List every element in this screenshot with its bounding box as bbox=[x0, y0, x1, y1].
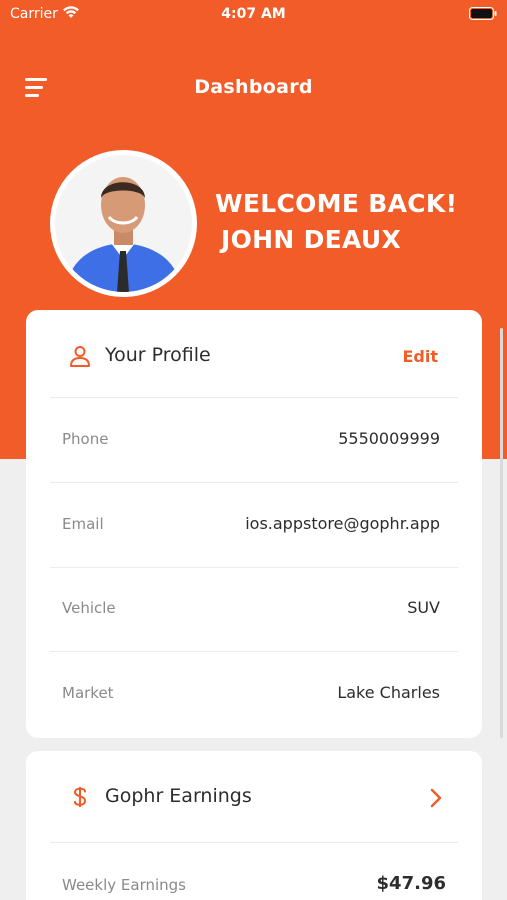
earnings-card-title: Gophr Earnings bbox=[105, 785, 252, 807]
profile-card: Your Profile Edit Phone 5550009999 Email… bbox=[26, 310, 482, 738]
welcome-message: WELCOME BACK! JOHN DEAUX bbox=[215, 186, 457, 258]
profile-photo bbox=[55, 155, 192, 292]
chevron-right-icon[interactable] bbox=[428, 787, 444, 809]
vehicle-value: SUV bbox=[407, 598, 440, 617]
avatar bbox=[50, 150, 197, 297]
email-value: ios.appstore@gophr.app bbox=[245, 514, 440, 533]
earnings-card-header[interactable]: Gophr Earnings bbox=[50, 751, 458, 843]
page-title: Dashboard bbox=[194, 76, 313, 98]
weekly-earnings-row: Weekly Earnings $47.96 bbox=[50, 869, 458, 900]
scrollbar[interactable] bbox=[500, 328, 503, 738]
weekly-earnings-value: $47.96 bbox=[376, 873, 446, 894]
battery-icon bbox=[469, 7, 497, 20]
market-value: Lake Charles bbox=[337, 683, 440, 702]
profile-card-title: Your Profile bbox=[105, 344, 211, 366]
market-label: Market bbox=[62, 684, 114, 702]
earnings-card[interactable]: Gophr Earnings Weekly Earnings $47.96 bbox=[26, 751, 482, 900]
profile-row-email: Email ios.appstore@gophr.app bbox=[50, 483, 458, 568]
user-icon bbox=[70, 346, 90, 367]
profile-row-phone: Phone 5550009999 bbox=[50, 398, 458, 483]
profile-row-vehicle: Vehicle SUV bbox=[50, 567, 458, 652]
dollar-icon bbox=[73, 787, 87, 807]
phone-value: 5550009999 bbox=[338, 429, 440, 448]
vehicle-label: Vehicle bbox=[62, 599, 116, 617]
profile-card-header: Your Profile Edit bbox=[50, 310, 458, 398]
status-time: 4:07 AM bbox=[221, 6, 286, 22]
profile-row-market: Market Lake Charles bbox=[50, 652, 458, 737]
user-name: JOHN DEAUX bbox=[221, 225, 402, 254]
email-label: Email bbox=[62, 515, 104, 533]
edit-profile-button[interactable]: Edit bbox=[402, 347, 438, 366]
status-bar: Carrier 4:07 AM bbox=[0, 0, 507, 28]
welcome-greeting: WELCOME BACK! bbox=[215, 189, 458, 218]
weekly-earnings-label: Weekly Earnings bbox=[62, 876, 186, 894]
phone-label: Phone bbox=[62, 430, 109, 448]
